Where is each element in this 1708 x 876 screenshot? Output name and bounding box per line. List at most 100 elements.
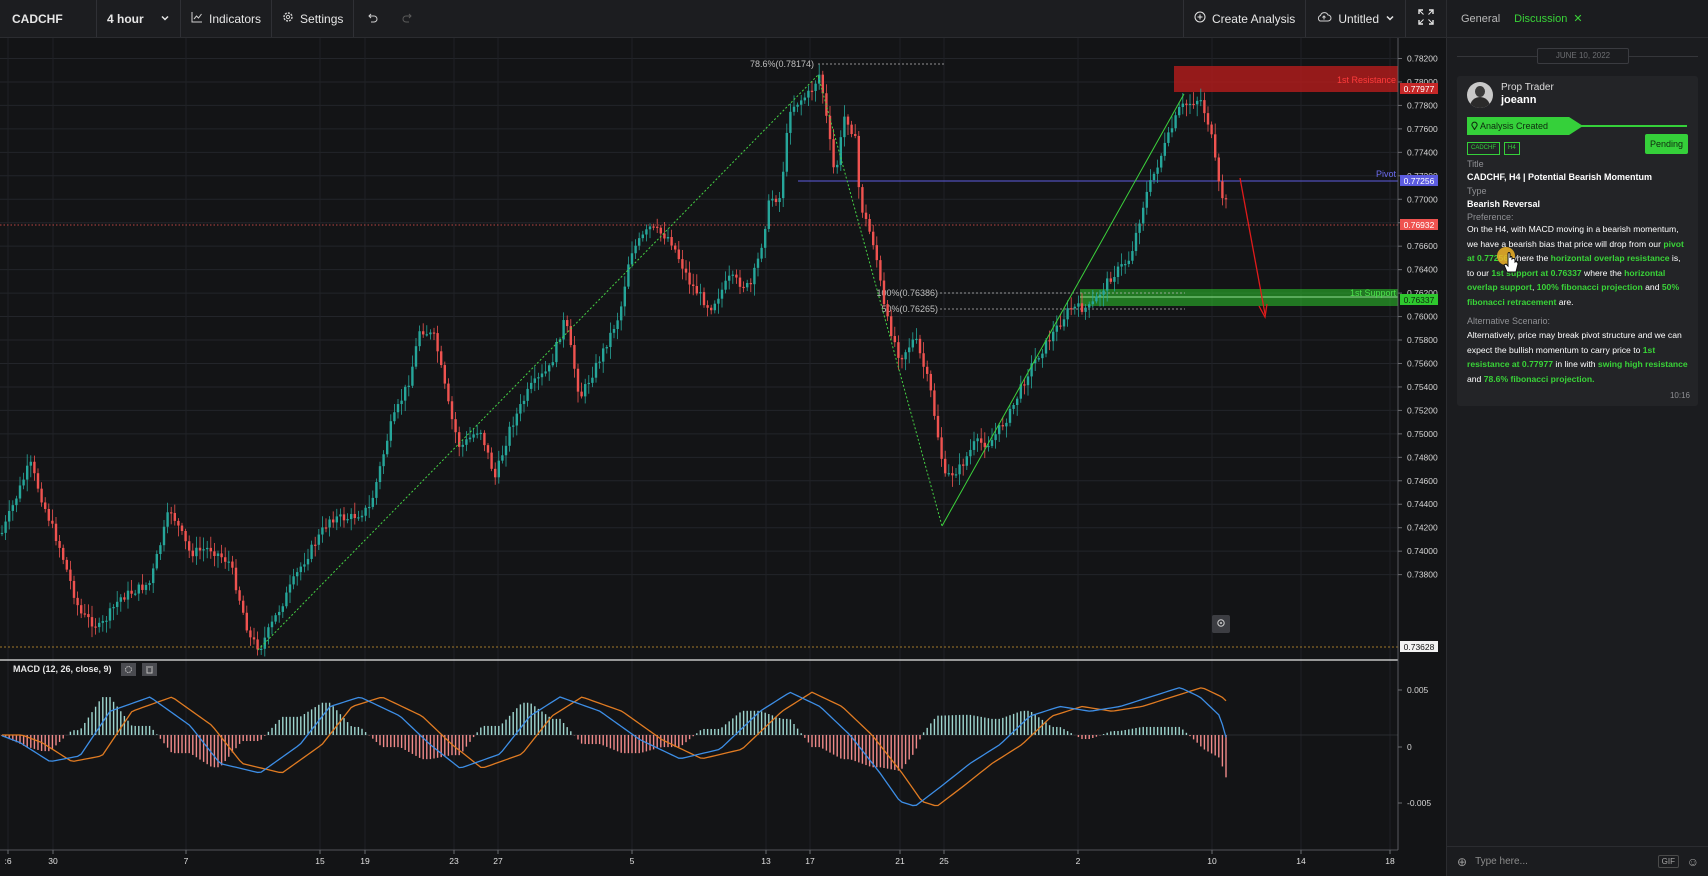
analysis-created-bar: Analysis Created [1467,117,1687,135]
time-tick-label: 23 [449,856,459,866]
chat-input-bar: ⊕ GIF ☺ [1447,846,1708,876]
pivot-label: Pivot [1376,169,1397,179]
emoji-icon[interactable]: ☺ [1687,855,1699,869]
gif-button[interactable]: GIF [1657,855,1679,868]
price-tick-label: 0.77800 [1407,100,1438,110]
fullscreen-icon [1418,9,1434,28]
svg-text:0.76337: 0.76337 [1404,295,1435,305]
time-tick-label: 2 [1076,856,1081,866]
price-tick-label: 0.74200 [1407,523,1438,533]
time-tick-label: 15 [315,856,325,866]
chevron-down-icon [1385,12,1395,26]
time-tick-label: 7 [184,856,189,866]
analysis-card: Prop Trader joeann Analysis Created CADC… [1457,76,1698,406]
create-analysis-label: Create Analysis [1211,11,1296,26]
price-tick-label: 0.74600 [1407,476,1438,486]
svg-text:0.77977: 0.77977 [1404,84,1435,94]
date-separator: JUNE 10, 2022 [1447,38,1708,74]
price-tick-label: 0.76400 [1407,265,1438,275]
badge-low: 0.73628 [1400,641,1438,652]
price-tick-label: 0.75800 [1407,335,1438,345]
status-badge: Pending [1644,134,1688,154]
macd-settings-icon[interactable] [121,663,136,676]
price-tick-label: 0.76600 [1407,241,1438,251]
redo-icon [402,12,414,26]
settings-button[interactable]: Settings [272,0,355,37]
discussion-panel: General Discussion ✕ JUNE 10, 2022 Prop … [1446,0,1708,876]
price-tick-label: 0.76000 [1407,312,1438,322]
message-input[interactable] [1475,856,1646,867]
close-icon[interactable]: ✕ [1573,12,1582,25]
alternative-label: Alternative Scenario: [1467,316,1551,326]
symbol-label: CADCHF [12,11,63,26]
indicators-button[interactable]: Indicators [181,0,273,37]
symbol-button[interactable]: CADCHF [0,0,97,37]
interval-dropdown[interactable]: 4 hour [97,0,181,37]
price-tick-label: 0.75400 [1407,382,1438,392]
add-attachment-icon[interactable]: ⊕ [1457,855,1467,869]
type-value: Bearish Reversal [1467,199,1541,209]
avatar[interactable] [1467,82,1493,108]
price-tick-label: 0.75000 [1407,429,1438,439]
resistance-zone-label: 1st Resistance [1337,75,1396,85]
macd-delete-icon[interactable] [142,663,157,676]
layout-dropdown[interactable]: Untitled [1306,0,1406,37]
pointer-cursor-icon [1497,247,1519,273]
support-zone-label: 1st Support [1350,288,1397,298]
cloud-upload-icon [1316,11,1332,26]
layout-label: Untitled [1338,11,1379,26]
plus-circle-icon [1194,11,1206,26]
title-label: Title [1467,159,1484,169]
chart-canvas[interactable]: 1st Resistance 1st Support Pivot 78.6%(0… [0,38,1446,876]
chevron-down-icon [160,12,170,26]
macd-tick-label: 0.005 [1407,685,1429,695]
time-tick-label: 21 [895,856,905,866]
gear-icon [282,11,294,26]
svg-text:0.77256: 0.77256 [1404,176,1435,186]
author-name[interactable]: joeann [1501,94,1536,106]
time-tick-label: 13 [761,856,771,866]
tag-timeframe: H4 [1504,142,1520,155]
time-tick-label: 5 [630,856,635,866]
preference-label: Preference: [1467,212,1514,222]
time-tick-label: :6 [4,856,11,866]
badge-support: 0.76337 [1400,294,1438,305]
message-time: 10:16 [1669,391,1690,400]
analysis-created-label: Analysis Created [1480,121,1549,131]
price-tick-label: 0.77600 [1407,124,1438,134]
fullscreen-button[interactable] [1406,0,1446,37]
interval-label: 4 hour [107,11,144,26]
badge-pivot: 0.77256 [1400,175,1438,186]
tag-symbol: CADCHF [1467,142,1500,155]
redo-button[interactable] [390,0,426,37]
chart-toolbar: CADCHF 4 hour Indicators Settings Create… [0,0,1446,38]
tab-general[interactable]: General [1461,13,1500,25]
price-chart[interactable]: 1st Resistance 1st Support Pivot 78.6%(0… [0,38,1446,876]
svg-text:0.73628: 0.73628 [1404,642,1435,652]
fib-786-label: 78.6%(0.78174) [750,59,814,69]
fib-100-label: 100%(0.76386) [876,288,938,298]
author-role: Prop Trader [1501,82,1554,93]
price-tick-label: 0.74800 [1407,452,1438,462]
badge-resistance: 0.77977 [1400,83,1438,94]
alert-marker-icon[interactable] [1212,615,1230,633]
time-tick-label: 27 [493,856,503,866]
badge-current: 0.76932 [1400,219,1438,230]
svg-text:0.76932: 0.76932 [1404,220,1435,230]
time-tick-label: 17 [805,856,815,866]
settings-label: Settings [300,11,344,26]
type-label: Type [1467,186,1487,196]
price-tick-label: 0.74400 [1407,499,1438,509]
price-tick-label: 0.73800 [1407,570,1438,580]
undo-button[interactable] [354,0,390,37]
tab-discussion[interactable]: Discussion ✕ [1514,12,1582,26]
date-label: JUNE 10, 2022 [1537,48,1629,64]
time-tick-label: 30 [48,856,58,866]
tab-discussion-label: Discussion [1514,12,1568,25]
time-tick-label: 18 [1385,856,1395,866]
alternative-text: Alternatively, price may break pivot str… [1467,330,1688,384]
location-pin-icon [1471,121,1480,131]
macd-label: MACD (12, 26, close, 9) [13,664,112,674]
price-tick-label: 0.74000 [1407,546,1438,556]
create-analysis-button[interactable]: Create Analysis [1182,0,1307,37]
